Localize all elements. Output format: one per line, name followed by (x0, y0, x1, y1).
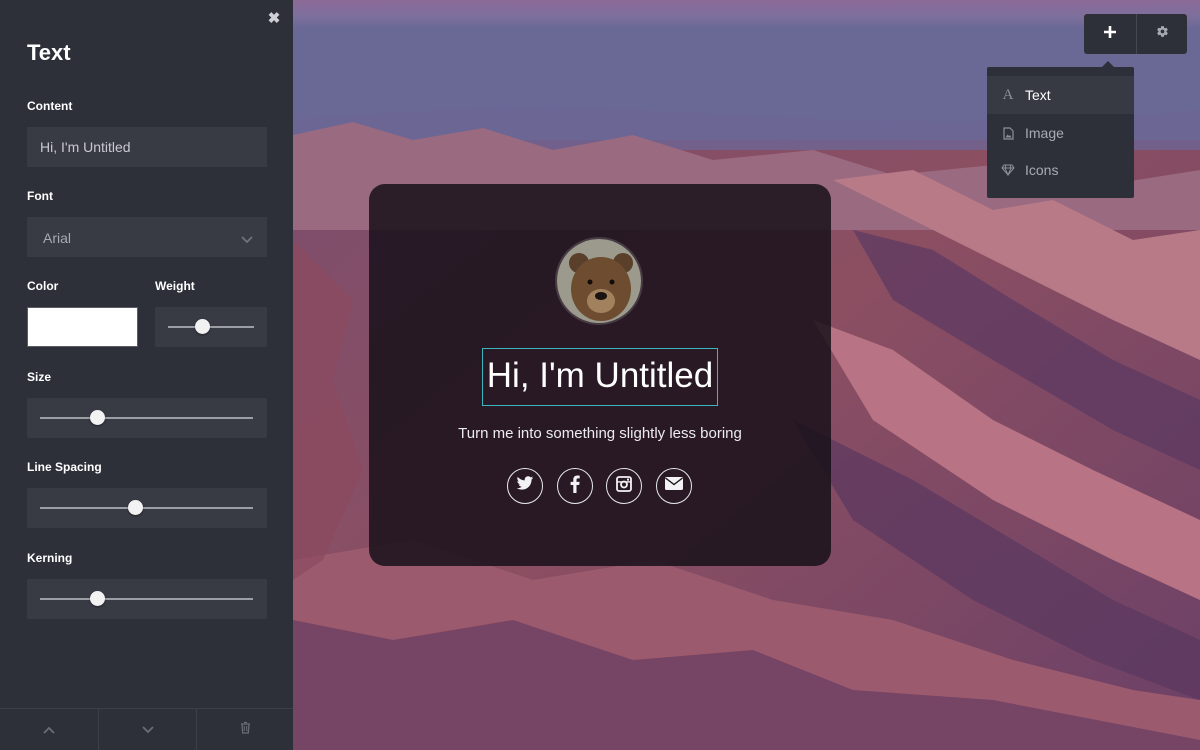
weight-label: Weight (155, 279, 195, 293)
content-input[interactable] (27, 127, 267, 167)
facebook-button[interactable] (557, 468, 593, 504)
chevron-down-icon (141, 721, 154, 739)
plus-icon (1103, 25, 1116, 43)
dropdown-arrow (1101, 61, 1115, 68)
gear-icon (1156, 25, 1169, 43)
move-down-button[interactable] (98, 709, 196, 750)
instagram-button[interactable] (606, 468, 642, 504)
menu-item-text[interactable]: A Text (987, 76, 1134, 114)
envelope-icon (665, 477, 683, 495)
size-label: Size (27, 370, 52, 384)
add-element-menu: A Text Image Icons (987, 61, 1134, 198)
add-element-button[interactable] (1084, 14, 1135, 54)
text-icon: A (1002, 86, 1014, 103)
chevron-up-icon (43, 721, 55, 739)
profile-card: Hi, I'm Untitled Turn me into something … (369, 184, 831, 566)
panel-title: Text (27, 40, 71, 65)
font-select-value: Arial (43, 230, 72, 246)
weight-slider[interactable] (155, 307, 267, 347)
font-select[interactable]: Arial (27, 217, 267, 257)
kerning-slider-thumb[interactable] (90, 591, 105, 606)
image-icon (1001, 126, 1015, 140)
content-label: Content (27, 99, 73, 113)
size-slider-thumb[interactable] (90, 410, 105, 425)
menu-item-icons[interactable]: Icons (987, 151, 1134, 189)
font-label: Font (27, 189, 53, 203)
instagram-icon (616, 475, 632, 497)
settings-button[interactable] (1136, 14, 1187, 54)
delete-button[interactable] (196, 709, 293, 750)
line-spacing-label: Line Spacing (27, 460, 102, 474)
kerning-slider[interactable] (27, 579, 267, 619)
move-up-button[interactable] (0, 709, 98, 750)
twitter-icon (516, 476, 534, 496)
twitter-button[interactable] (507, 468, 543, 504)
menu-item-icons-label: Icons (1025, 162, 1059, 178)
size-slider[interactable] (27, 398, 267, 438)
weight-slider-track (168, 326, 254, 328)
menu-item-text-label: Text (1025, 87, 1051, 103)
chevron-down-icon (241, 231, 253, 247)
color-swatch[interactable] (27, 307, 138, 347)
menu-item-image[interactable]: Image (987, 114, 1134, 152)
facebook-icon (570, 475, 580, 498)
diamond-icon (1001, 163, 1015, 177)
line-spacing-slider-track (40, 507, 253, 509)
top-toolbar (1084, 14, 1187, 54)
line-spacing-slider[interactable] (27, 488, 267, 528)
bear-avatar (555, 237, 643, 325)
email-button[interactable] (656, 468, 692, 504)
menu-item-image-label: Image (1025, 125, 1064, 141)
close-icon[interactable]: ✖ (265, 10, 283, 28)
trash-icon (240, 721, 251, 739)
kerning-slider-track (40, 598, 253, 600)
color-label: Color (27, 279, 59, 293)
panel-bottom-bar (0, 708, 293, 750)
kerning-label: Kerning (27, 551, 73, 565)
subline-text[interactable]: Turn me into something slightly less bor… (369, 425, 831, 442)
size-slider-track (40, 417, 253, 419)
weight-slider-thumb[interactable] (194, 319, 210, 334)
line-spacing-slider-thumb[interactable] (128, 500, 144, 515)
text-settings-panel: ✖ Text Content Font Arial Color Weight S… (0, 0, 293, 750)
headline-text[interactable]: Hi, I'm Untitled (482, 348, 718, 406)
